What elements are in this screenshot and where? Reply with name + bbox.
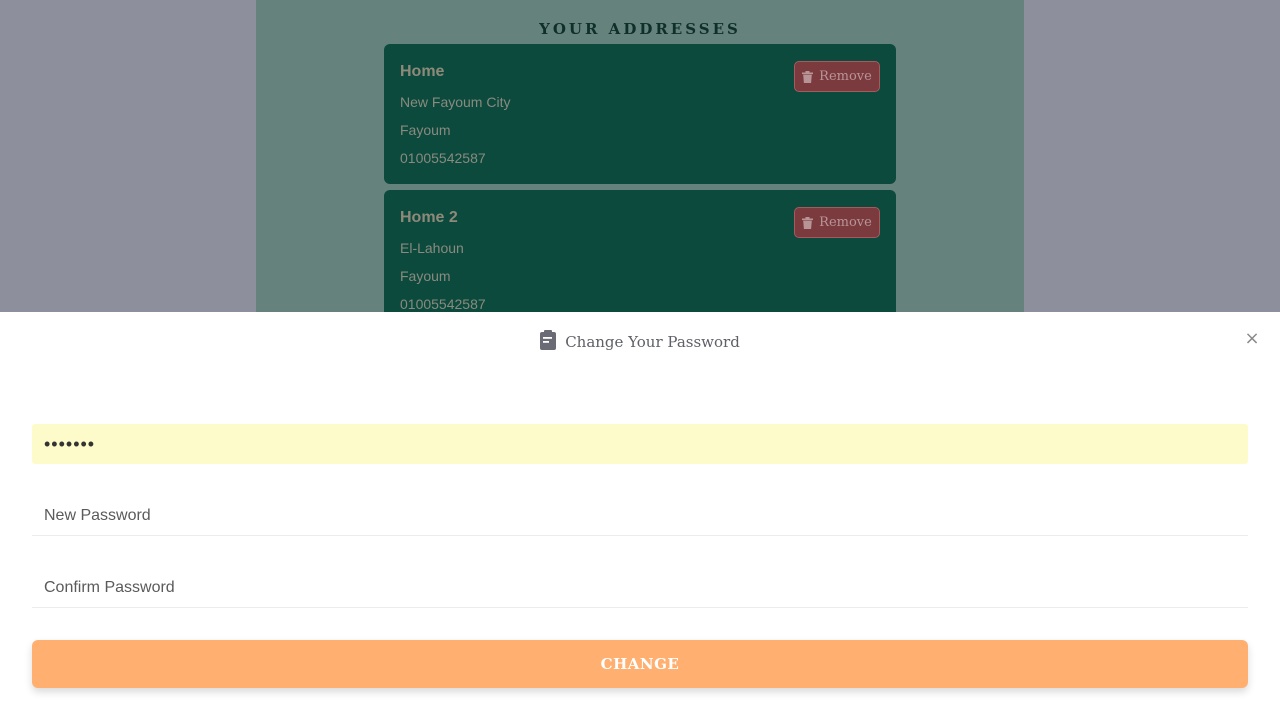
remove-address-button[interactable]: Remove [794, 207, 880, 238]
address-card: Home New Fayoum City Fayoum 01005542587 … [384, 44, 896, 184]
address-city: Fayoum [400, 268, 451, 284]
change-password-button[interactable]: CHANGE [32, 640, 1248, 688]
address-phone: 01005542587 [400, 296, 486, 312]
page-overlay: YOUR ADDRESSES Home New Fayoum City Fayo… [0, 0, 1280, 330]
modal-title: Change Your Password [565, 333, 740, 351]
trash-icon [802, 70, 814, 83]
new-password-field[interactable] [32, 496, 1248, 536]
trash-icon [802, 216, 814, 229]
address-street: El-Lahoun [400, 240, 464, 256]
addresses-panel: YOUR ADDRESSES Home New Fayoum City Fayo… [256, 0, 1024, 330]
address-city: Fayoum [400, 122, 451, 138]
close-icon[interactable]: × [1242, 328, 1262, 349]
address-name: Home [400, 63, 445, 80]
address-card: Home 2 El-Lahoun Fayoum 01005542587 Remo… [384, 190, 896, 330]
remove-label: Remove [819, 215, 872, 230]
address-name: Home 2 [400, 209, 458, 226]
addresses-title: YOUR ADDRESSES [539, 20, 741, 38]
address-street: New Fayoum City [400, 94, 511, 110]
confirm-password-field[interactable] [32, 568, 1248, 608]
address-phone: 01005542587 [400, 150, 486, 166]
remove-label: Remove [819, 69, 872, 84]
current-password-field[interactable] [32, 424, 1248, 464]
remove-address-button[interactable]: Remove [794, 61, 880, 92]
modal-header: Change Your Password [0, 330, 1280, 354]
clipboard-icon [540, 330, 557, 354]
change-password-modal: Change Your Password × CHANGE [0, 312, 1280, 720]
